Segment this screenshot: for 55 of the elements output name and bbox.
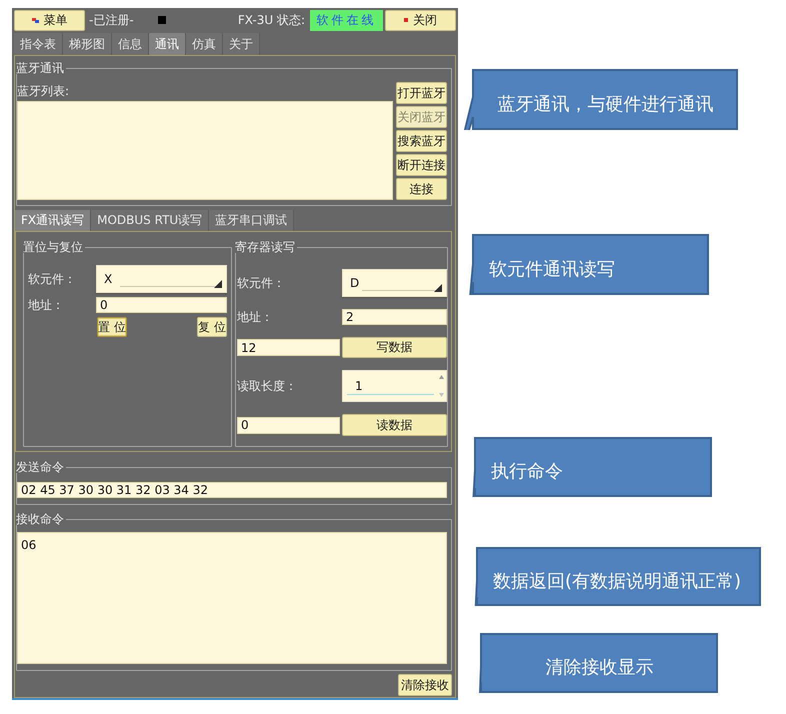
dropdown[interactable]: D [342, 269, 447, 297]
field-label: 地址： [237, 310, 273, 324]
field-label: 软元件： [237, 276, 285, 290]
registration-label: -已注册- [89, 13, 134, 27]
tab[interactable]: 信息 [112, 33, 149, 55]
group-title: 发送命令 [16, 461, 65, 473]
square-icon [158, 16, 166, 24]
small-squares-icon [32, 18, 38, 22]
bluetooth-button[interactable]: 搜索蓝牙 [396, 130, 447, 152]
field-label: 软元件： [28, 272, 76, 286]
reset-button[interactable]: 复 位 [197, 317, 227, 337]
tab[interactable]: 梯形图 [63, 33, 112, 55]
text-area[interactable]: 06 [17, 532, 447, 664]
group-title: 接收命令 [16, 513, 65, 525]
up-down-arrows-icon [439, 375, 444, 397]
tab[interactable]: 通讯 [149, 33, 186, 55]
tab[interactable]: MODBUS RTU读写 [91, 210, 210, 231]
write-button[interactable]: 写数据 [342, 337, 447, 358]
bluetooth-button[interactable]: 连接 [396, 178, 447, 200]
status-indicator: 软件在线 [310, 10, 383, 30]
tab[interactable]: FX通讯读写 [15, 210, 92, 231]
status-label: FX-3U 状态: [238, 13, 305, 27]
callout-text: 蓝牙通讯，与硬件进行通讯 [498, 94, 714, 116]
field-label: 读取长度： [237, 379, 297, 393]
close-button[interactable]: 关闭 [385, 10, 456, 30]
callout-text: 软元件通讯读写 [489, 258, 615, 280]
triangle-icon [214, 280, 222, 288]
group-title: 蓝牙通讯 [16, 62, 65, 74]
clear-button[interactable]: 清除接收 [398, 674, 452, 696]
input-field[interactable]: 02 45 37 30 30 31 32 03 34 32 [17, 482, 447, 498]
callout-text: 数据返回(有数据说明通讯正常) [493, 570, 742, 592]
number-spinner[interactable]: 1 [342, 370, 447, 402]
tab[interactable]: 关于 [223, 33, 260, 55]
input-field[interactable]: 0 [96, 297, 227, 313]
input-field[interactable]: 0 [237, 416, 340, 434]
bluetooth-button[interactable]: 打开蓝牙 [396, 82, 447, 104]
field-label: 地址： [28, 298, 64, 312]
set-button[interactable]: 置 位 [97, 317, 127, 337]
group-title: 置位与复位 [23, 241, 84, 253]
bluetooth-button[interactable]: 断开连接 [396, 154, 447, 176]
dropdown[interactable]: X [96, 265, 227, 293]
square-icon [404, 18, 408, 22]
triangle-icon [434, 284, 442, 292]
callout-text: 清除接收显示 [546, 657, 654, 679]
group-title: 寄存器读写 [235, 241, 296, 253]
tab[interactable]: 仿真 [186, 33, 223, 55]
device-list[interactable] [17, 101, 393, 200]
tab[interactable]: 指令表 [14, 33, 63, 55]
input-field[interactable]: 2 [342, 309, 447, 325]
callout-text: 执行命令 [491, 461, 563, 483]
list-label: 蓝牙列表: [17, 84, 70, 98]
read-button[interactable]: 读数据 [342, 414, 447, 436]
input-field[interactable]: 12 [237, 339, 340, 356]
tab[interactable]: 蓝牙串口调试 [209, 210, 294, 231]
menu-button[interactable]: 菜单 [14, 10, 85, 30]
